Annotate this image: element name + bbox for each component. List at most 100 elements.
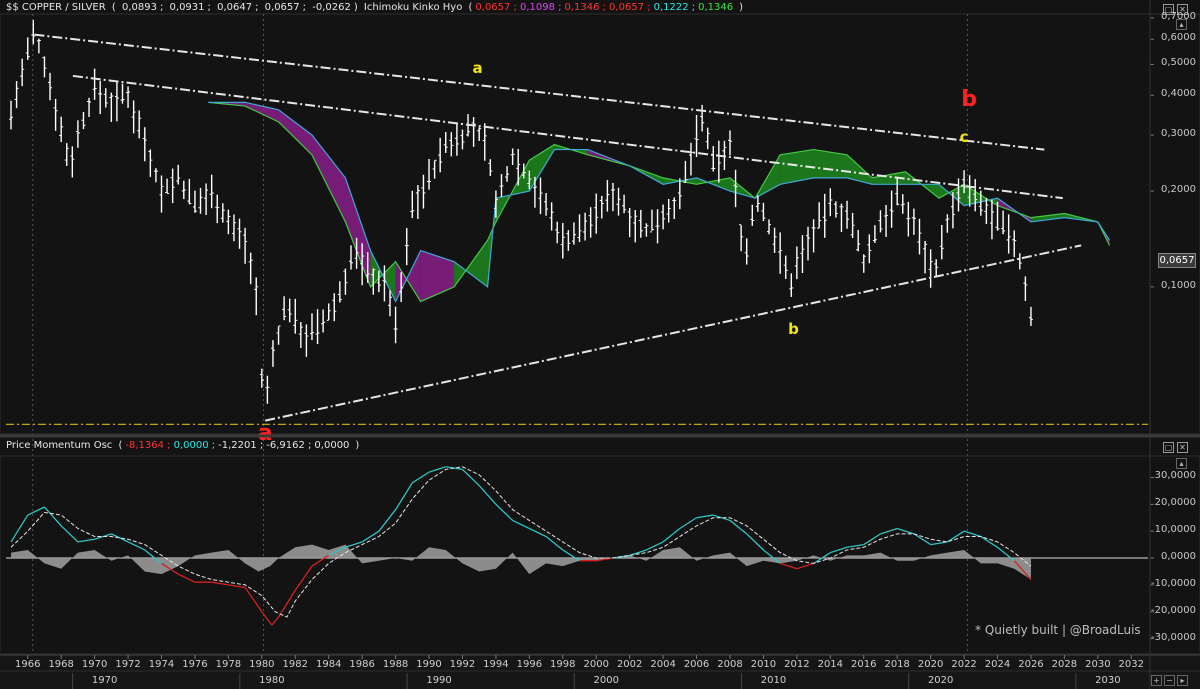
legend-value: 0,1346 — [698, 2, 734, 13]
legend-value: 0,1222 ; — [653, 2, 696, 13]
year-label: 2006 — [684, 659, 709, 670]
year-label: 2012 — [784, 659, 809, 670]
momentum-line-segment — [913, 533, 931, 546]
momentum-line-segment — [830, 546, 848, 554]
time-axis: 1966 1968 1970 1972 1974 1976 1978 1980 1982 1984… — [0, 654, 1200, 689]
price-panel-frame — [0, 13, 1200, 435]
momentum-line-segment — [963, 530, 981, 538]
momentum-line-segment — [545, 536, 564, 551]
momentum-line-segment — [746, 533, 764, 551]
year-label: 1982 — [283, 659, 308, 670]
decade-label: 2020 — [928, 675, 953, 686]
osc-tick-label: 10,0000 — [1154, 524, 1196, 536]
year-label: 2000 — [584, 659, 609, 670]
symbol-label[interactable]: $$ COPPER / SILVER — [6, 2, 106, 13]
chart-canvas: aabbc 1966 1968 1970 1972 1974 1976 1978 1980 19… — [0, 0, 1200, 689]
year-label: 2014 — [818, 659, 843, 670]
momentum-line-segment — [896, 527, 915, 535]
year-label: 1968 — [48, 659, 73, 670]
oscillator-name[interactable]: Price Momentum Osc — [6, 440, 112, 451]
year-label: 1992 — [450, 659, 475, 670]
momentum-line-segment — [111, 533, 129, 543]
indicator-name[interactable]: Ichimoku Kinko Hyo — [364, 2, 462, 13]
momentum-line-segment — [696, 514, 714, 519]
year-label: 1980 — [249, 659, 274, 670]
legend-value: -6,9162 ; — [266, 440, 312, 451]
price-legend: $$ COPPER / SILVER ( 0,0893; 0,0931; 0,0… — [6, 2, 744, 13]
wave-label: c — [960, 128, 969, 146]
year-label: 2008 — [717, 659, 742, 670]
year-label: 2028 — [1052, 659, 1077, 670]
momentum-line-segment — [261, 611, 273, 626]
year-label: 2018 — [884, 659, 909, 670]
momentum-line-segment — [930, 541, 948, 546]
momentum-line-segment — [846, 543, 864, 548]
momentum-line-segment — [211, 581, 229, 586]
year-label: 2022 — [951, 659, 976, 670]
momentum-line-segment — [177, 573, 196, 583]
legend-value: 0,0000 ; — [173, 440, 216, 451]
change-value: -0,0262 — [312, 2, 351, 13]
year-label: 2010 — [751, 659, 776, 670]
year-label: 2016 — [851, 659, 876, 670]
decade-label: 2010 — [761, 675, 786, 686]
year-label: 1974 — [149, 659, 174, 670]
momentum-line-segment — [713, 514, 731, 522]
decade-label: 1970 — [92, 675, 117, 686]
close-value: 0,0657 — [264, 2, 300, 13]
price-tick-label: 0,5000 — [1161, 57, 1196, 69]
year-label: 1970 — [82, 659, 107, 670]
year-label: 1994 — [483, 659, 508, 670]
momentum-line-segment — [428, 466, 446, 473]
momentum-line-segment — [10, 514, 29, 543]
momentum-line-segment — [779, 562, 798, 570]
momentum-line-segment — [294, 565, 313, 591]
zoom-in-icon[interactable]: + — [1151, 675, 1162, 686]
legend-value: -8,1364 ; — [125, 440, 171, 451]
osc-tick-label: -20,0000 — [1151, 604, 1196, 616]
momentum-line-segment — [880, 527, 898, 535]
decade-label: 1980 — [259, 675, 284, 686]
osc-tick-label: -10,0000 — [1151, 577, 1196, 589]
year-label: 1996 — [517, 659, 542, 670]
legend-value: 0,1098 ; — [519, 2, 562, 13]
trendline — [72, 74, 1063, 200]
wave-label: a — [472, 59, 482, 77]
maximize-icon[interactable]: ▢ — [1163, 442, 1174, 453]
year-label: 1966 — [15, 659, 40, 670]
scroll-up-icon[interactable]: ▴ — [1176, 458, 1187, 469]
momentum-line-segment — [662, 527, 681, 543]
year-label: 2020 — [918, 659, 943, 670]
year-label: 2030 — [1085, 659, 1110, 670]
osc-tick-label: 30,0000 — [1154, 470, 1196, 482]
price-tick-label: 0,7000 — [1161, 10, 1196, 22]
open-value: 0,0893 — [121, 2, 157, 13]
year-label: 2004 — [650, 659, 675, 670]
decade-label: 2030 — [1095, 675, 1120, 686]
year-label: 1976 — [182, 659, 207, 670]
year-label: 2002 — [617, 659, 642, 670]
wave-label: b — [961, 87, 977, 112]
kumo-cloud-segment — [278, 109, 312, 155]
momentum-line-segment — [980, 536, 998, 548]
year-label: 1998 — [550, 659, 575, 670]
momentum-line-segment — [729, 519, 748, 535]
high-value: 0,0931 — [169, 2, 205, 13]
price-bars — [9, 20, 1033, 404]
momentum-line-segment — [378, 509, 397, 532]
osc-tick-label: 0,0000 — [1161, 551, 1196, 563]
year-label: 1972 — [115, 659, 140, 670]
price-tick-label: 0,4000 — [1161, 88, 1196, 100]
scroll-right-icon[interactable]: ▸ — [1177, 675, 1188, 686]
trendline — [34, 33, 1045, 151]
price-panel: aabbc — [0, 13, 1200, 652]
zoom-out-icon[interactable]: − — [1164, 675, 1175, 686]
momentum-line-segment — [395, 482, 413, 511]
kumo-cloud-segment — [847, 154, 873, 185]
close-icon[interactable]: ✕ — [1177, 442, 1188, 453]
momentum-line-segment — [228, 584, 246, 589]
legend-value: 0,0657 ; — [609, 2, 651, 13]
legend-value: 0,1346 ; — [564, 2, 607, 13]
momentum-line-segment — [244, 587, 263, 613]
year-label: 1986 — [349, 659, 374, 670]
